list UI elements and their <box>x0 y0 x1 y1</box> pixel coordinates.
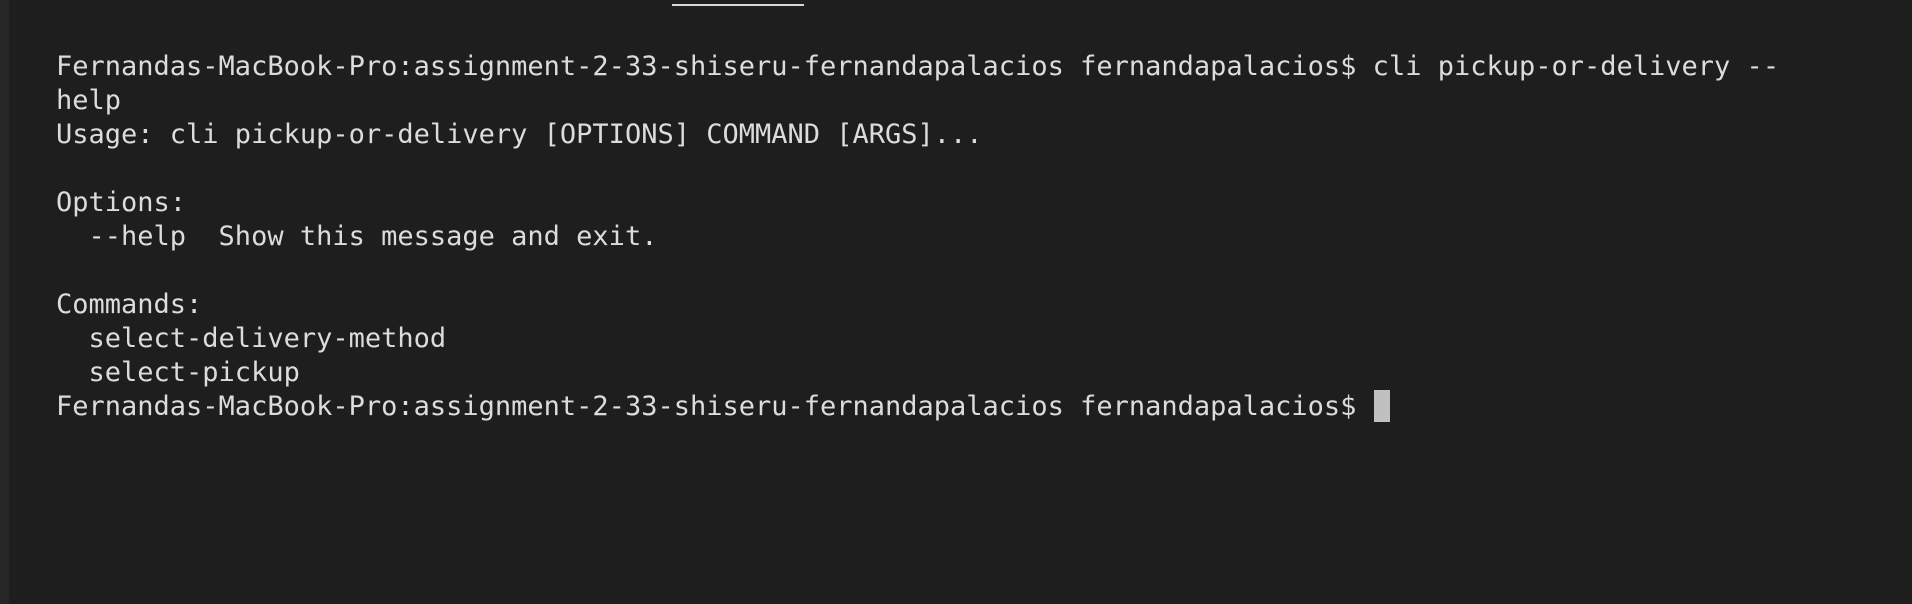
terminal-line: select-pickup <box>56 357 300 388</box>
terminal-line: Fernandas-MacBook-Pro:assignment-2-33-sh… <box>56 51 1780 82</box>
shell-prompt: Fernandas-MacBook-Pro:assignment-2-33-sh… <box>56 391 1373 422</box>
terminal-line: --help Show this message and exit. <box>56 221 658 252</box>
terminal-line: Options: <box>56 187 187 218</box>
terminal-line: Usage: cli pickup-or-delivery [OPTIONS] … <box>56 119 983 150</box>
terminal-line: help <box>56 85 122 116</box>
window-left-edge <box>0 0 9 604</box>
terminal-line: select-delivery-method <box>56 323 447 354</box>
terminal-line: Commands: <box>56 289 203 320</box>
terminal-cursor <box>1373 390 1390 422</box>
terminal-output[interactable]: Fernandas-MacBook-Pro:assignment-2-33-sh… <box>56 50 1892 424</box>
active-tab-indicator[interactable] <box>672 4 804 6</box>
prompt-line[interactable]: Fernandas-MacBook-Pro:assignment-2-33-sh… <box>56 390 1892 424</box>
